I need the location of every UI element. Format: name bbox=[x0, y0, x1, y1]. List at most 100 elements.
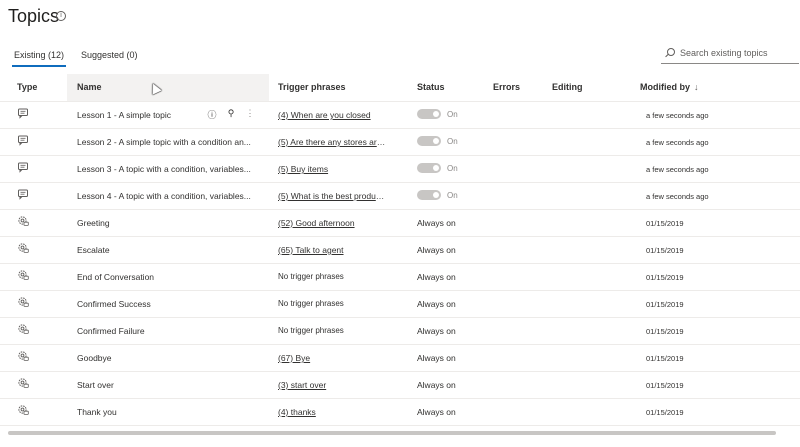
system-gear-icon bbox=[17, 242, 29, 254]
trigger-phrases-text[interactable]: (5) Buy items bbox=[278, 164, 328, 174]
table-header: Type Name Trigger phrases Status Errors … bbox=[0, 74, 800, 102]
chat-bubble-icon bbox=[17, 188, 29, 200]
topic-name-link[interactable]: Start over bbox=[77, 380, 259, 390]
trigger-phrases-link[interactable]: (5) What is the best product f... bbox=[278, 191, 386, 201]
trigger-phrases-text[interactable]: (65) Talk to agent bbox=[278, 245, 344, 255]
modified-by-text: 01/15/2019 bbox=[646, 408, 684, 417]
modified-by-text: a few seconds ago bbox=[646, 111, 709, 120]
status-label: Always on bbox=[417, 245, 456, 255]
table-row[interactable]: Lesson 1 - A simple topic ⓘ ⚲ ⋮ (4) When are… bbox=[0, 101, 800, 129]
modified-by-text: 01/15/2019 bbox=[646, 327, 684, 336]
status-label: Always on bbox=[417, 326, 456, 336]
status-label: On bbox=[447, 137, 458, 146]
trigger-phrases-text[interactable]: (52) Good afternoon bbox=[278, 218, 355, 228]
modified-by-label: Modified by bbox=[640, 82, 690, 92]
status-label: On bbox=[447, 191, 458, 200]
trigger-phrases-link[interactable]: (3) start over bbox=[278, 380, 386, 390]
trigger-phrases-text: No trigger phrases bbox=[278, 272, 344, 281]
topic-name-link[interactable]: Lesson 4 - A topic with a condition, var… bbox=[77, 191, 259, 201]
topic-name-link[interactable]: Greeting bbox=[77, 218, 259, 228]
modified-by-text: 01/15/2019 bbox=[646, 246, 684, 255]
topic-name-link[interactable]: Confirmed Failure bbox=[77, 326, 259, 336]
table-row[interactable]: Lesson 2 - A simple topic with a conditi… bbox=[0, 128, 800, 156]
chat-bubble-icon bbox=[17, 107, 29, 119]
status-label: Always on bbox=[417, 218, 456, 228]
status-label: Always on bbox=[417, 353, 456, 363]
trigger-phrases-text[interactable]: (4) thanks bbox=[278, 407, 316, 417]
column-header-name[interactable]: Name bbox=[77, 82, 102, 92]
column-header-status[interactable]: Status bbox=[417, 82, 445, 92]
test-icon[interactable]: ⚲ bbox=[226, 108, 236, 119]
status-label: On bbox=[447, 164, 458, 173]
trigger-phrases-link[interactable]: (5) Are there any stores aroun... bbox=[278, 137, 386, 147]
table-row[interactable]: End of Conversation No trigger phrases Alw… bbox=[0, 263, 800, 291]
info-icon[interactable]: i bbox=[56, 11, 66, 21]
topic-name-link[interactable]: End of Conversation bbox=[77, 272, 259, 282]
search-input[interactable]: Search existing topics bbox=[661, 44, 799, 64]
modified-by-text: 01/15/2019 bbox=[646, 381, 684, 390]
trigger-phrases-text[interactable]: (4) When are you closed bbox=[278, 110, 371, 120]
tab-existing[interactable]: Existing (12) bbox=[11, 50, 67, 67]
system-gear-icon bbox=[17, 323, 29, 335]
table-row[interactable]: Lesson 4 - A topic with a condition, var… bbox=[0, 182, 800, 210]
search-placeholder: Search existing topics bbox=[680, 48, 768, 58]
system-gear-icon bbox=[17, 377, 29, 389]
table-row[interactable]: Greeting (52) Good afternoon Always on 01/1… bbox=[0, 209, 800, 237]
tab-suggested[interactable]: Suggested (0) bbox=[81, 50, 138, 60]
status-label: Always on bbox=[417, 380, 456, 390]
horizontal-scrollbar[interactable] bbox=[8, 431, 776, 435]
table-row[interactable]: Goodbye (67) Bye Always on 01/15/2019 bbox=[0, 344, 800, 372]
table-row[interactable]: Thank you (4) thanks Always on 01/15/2019 bbox=[0, 398, 800, 426]
status-toggle[interactable] bbox=[417, 163, 441, 173]
system-gear-icon bbox=[17, 296, 29, 308]
trigger-phrases-text[interactable]: (5) Are there any stores aroun... bbox=[278, 137, 386, 147]
table-row[interactable]: Lesson 3 - A topic with a condition, var… bbox=[0, 155, 800, 183]
trigger-phrases-text[interactable]: (3) start over bbox=[278, 380, 326, 390]
column-header-modified-by[interactable]: Modified by ↓ bbox=[640, 82, 699, 92]
status-toggle[interactable] bbox=[417, 136, 441, 146]
table-row[interactable]: Confirmed Success No trigger phrases Alway… bbox=[0, 290, 800, 318]
sort-descending-icon: ↓ bbox=[694, 82, 699, 92]
topic-name-link[interactable]: Thank you bbox=[77, 407, 259, 417]
table-row[interactable]: Confirmed Failure No trigger phrases Alway… bbox=[0, 317, 800, 345]
system-gear-icon bbox=[17, 350, 29, 362]
trigger-phrases-text: No trigger phrases bbox=[278, 299, 344, 308]
trigger-phrases-link[interactable]: (67) Bye bbox=[278, 353, 386, 363]
topic-name-link[interactable]: Lesson 2 - A simple topic with a conditi… bbox=[77, 137, 259, 147]
column-header-editing[interactable]: Editing bbox=[552, 82, 583, 92]
table-row[interactable]: Escalate (65) Talk to agent Always on 01/15… bbox=[0, 236, 800, 264]
search-icon bbox=[667, 48, 675, 56]
column-header-errors[interactable]: Errors bbox=[493, 82, 520, 92]
trigger-phrases-link[interactable]: (4) When are you closed bbox=[278, 110, 386, 120]
status-toggle[interactable] bbox=[417, 190, 441, 200]
system-gear-icon bbox=[17, 269, 29, 281]
status-label: Always on bbox=[417, 407, 456, 417]
status-label: Always on bbox=[417, 299, 456, 309]
trigger-phrases-link[interactable]: (52) Good afternoon bbox=[278, 218, 386, 228]
column-header-trigger-phrases[interactable]: Trigger phrases bbox=[278, 82, 346, 92]
chat-bubble-icon bbox=[17, 134, 29, 146]
modified-by-text: a few seconds ago bbox=[646, 165, 709, 174]
trigger-phrases-link[interactable]: (4) thanks bbox=[278, 407, 386, 417]
chat-bubble-icon bbox=[17, 161, 29, 173]
trigger-phrases-text[interactable]: (67) Bye bbox=[278, 353, 310, 363]
trigger-phrases-text[interactable]: (5) What is the best product f... bbox=[278, 191, 386, 201]
modified-by-text: 01/15/2019 bbox=[646, 354, 684, 363]
modified-by-text: 01/15/2019 bbox=[646, 300, 684, 309]
column-header-type[interactable]: Type bbox=[17, 82, 37, 92]
trigger-phrases-link[interactable]: (5) Buy items bbox=[278, 164, 386, 174]
trigger-phrases-text: No trigger phrases bbox=[278, 326, 344, 335]
status-toggle[interactable] bbox=[417, 109, 441, 119]
topic-name-link[interactable]: Goodbye bbox=[77, 353, 259, 363]
topic-name-link[interactable]: Confirmed Success bbox=[77, 299, 259, 309]
more-icon[interactable]: ⋮ bbox=[245, 108, 255, 119]
system-gear-icon bbox=[17, 404, 29, 416]
modified-by-text: a few seconds ago bbox=[646, 138, 709, 147]
topic-name-link[interactable]: Escalate bbox=[77, 245, 259, 255]
status-label: Always on bbox=[417, 272, 456, 282]
info-icon[interactable]: ⓘ bbox=[207, 108, 217, 121]
topic-name-link[interactable]: Lesson 3 - A topic with a condition, var… bbox=[77, 164, 259, 174]
page-title: Topics bbox=[8, 6, 60, 26]
table-row[interactable]: Start over (3) start over Always on 01/15/2… bbox=[0, 371, 800, 399]
trigger-phrases-link[interactable]: (65) Talk to agent bbox=[278, 245, 386, 255]
